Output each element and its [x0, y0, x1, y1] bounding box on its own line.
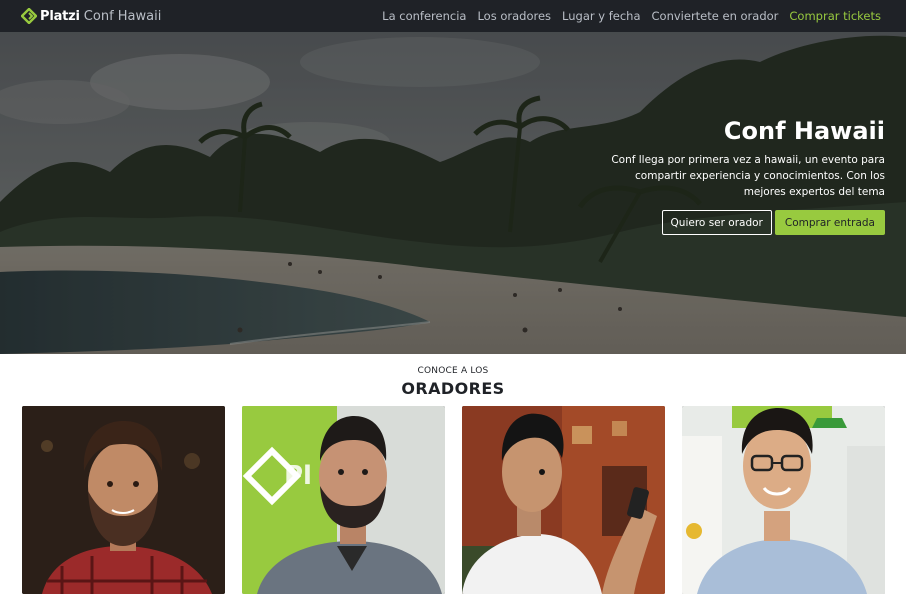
speaker-card-4[interactable]	[682, 406, 885, 594]
hero-section: Conf Hawaii Conf llega por primera vez a…	[0, 32, 906, 354]
hero-title: Conf Hawaii	[723, 117, 885, 145]
comprar-entrada-button[interactable]: Comprar entrada	[774, 210, 885, 235]
hero-content: Conf Hawaii Conf llega por primera vez a…	[565, 116, 885, 235]
navbar: Platzi Conf Hawaii La conferencia Los or…	[0, 0, 906, 32]
platzi-logo-icon	[21, 8, 37, 24]
brand-logo[interactable]: Platzi Conf Hawaii	[21, 8, 161, 24]
nav-link-comprar-tickets[interactable]: Comprar tickets	[789, 9, 881, 23]
quiero-ser-orador-button[interactable]: Quiero ser orador	[661, 210, 772, 235]
nav-link-oradores[interactable]: Los oradores	[477, 9, 551, 23]
nav-links: La conferencia Los oradores Lugar y fech…	[371, 0, 881, 32]
speaker-card-2[interactable]: Pl	[242, 406, 445, 594]
nav-link-lugar-fecha[interactable]: Lugar y fecha	[562, 9, 640, 23]
speaker-photo-4	[682, 406, 885, 594]
speaker-photo-3	[462, 406, 665, 594]
speakers-header: CONOCE A LOS ORADORES	[0, 366, 906, 398]
speakers-title: ORADORES	[401, 379, 505, 398]
brand-logo-text: Platzi	[40, 8, 80, 24]
nav-link-conferencia[interactable]: La conferencia	[382, 9, 466, 23]
speaker-photo-2: Pl	[242, 406, 445, 594]
nav-link-conviertete-orador[interactable]: Conviertete en orador	[652, 9, 779, 23]
hero-description: Conf llega por primera vez a hawaii, un …	[611, 154, 885, 198]
speakers-kicker: CONOCE A LOS	[417, 366, 489, 376]
speaker-card-3[interactable]	[462, 406, 665, 594]
hero-buttons: Quiero ser orador Comprar entrada	[565, 210, 885, 235]
speaker-card-1[interactable]	[22, 406, 225, 594]
brand-conf-text: Conf Hawaii	[83, 8, 162, 24]
speaker-photo-1	[22, 406, 225, 594]
svg-text:Pl: Pl	[284, 461, 312, 491]
